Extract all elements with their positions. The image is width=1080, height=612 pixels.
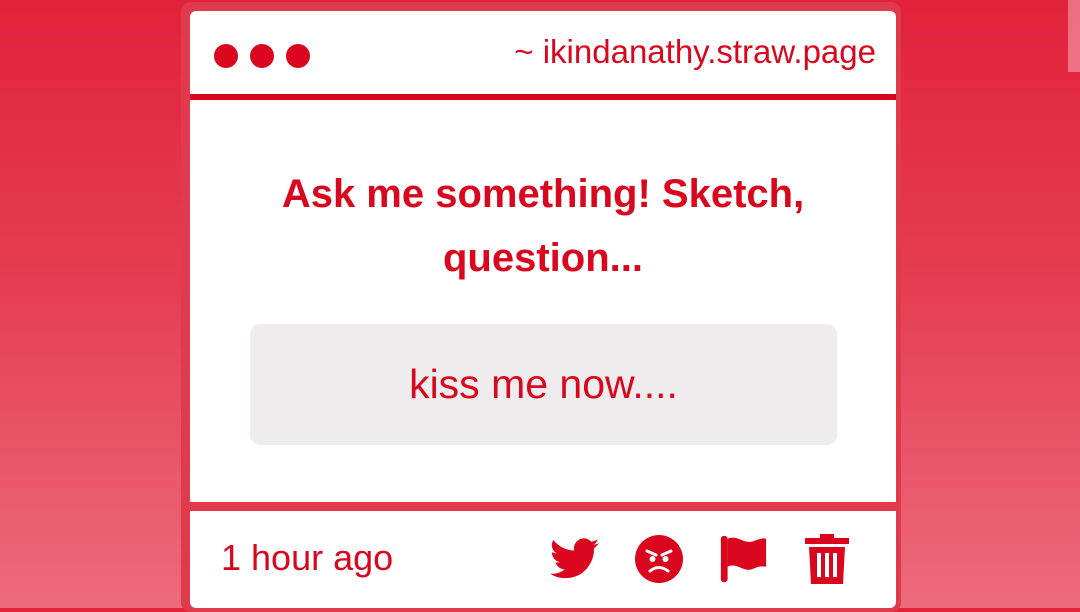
question-prompt: Ask me something! Sketch, question... bbox=[281, 172, 805, 280]
window-titlebar: ~ ikindanathy.straw.page bbox=[190, 11, 896, 94]
react-angry-button[interactable] bbox=[634, 533, 684, 585]
share-twitter-button[interactable] bbox=[550, 533, 600, 585]
card-footer: 1 hour ago bbox=[190, 511, 896, 608]
card-actions bbox=[550, 533, 852, 585]
window-dot-3 bbox=[286, 44, 310, 68]
page-scrollbar[interactable] bbox=[1068, 0, 1080, 72]
answer-text: kiss me now.... bbox=[409, 361, 678, 407]
site-url[interactable]: ~ ikindanathy.straw.page bbox=[514, 33, 876, 71]
window-dot-2 bbox=[250, 44, 274, 68]
delete-button[interactable] bbox=[802, 533, 852, 585]
flag-icon bbox=[720, 535, 767, 583]
card-content: Ask me something! Sketch, question... ki… bbox=[190, 100, 896, 502]
window-dots bbox=[214, 44, 310, 68]
post-card-window: ~ ikindanathy.straw.page Ask me somethin… bbox=[181, 2, 901, 612]
post-timestamp: 1 hour ago bbox=[221, 537, 394, 578]
report-flag-button[interactable] bbox=[718, 533, 768, 585]
window-dot-1 bbox=[214, 44, 238, 68]
angry-face-icon bbox=[635, 535, 683, 583]
answer-box: kiss me now.... bbox=[250, 324, 837, 445]
trash-icon bbox=[805, 534, 849, 584]
twitter-icon bbox=[550, 538, 600, 579]
